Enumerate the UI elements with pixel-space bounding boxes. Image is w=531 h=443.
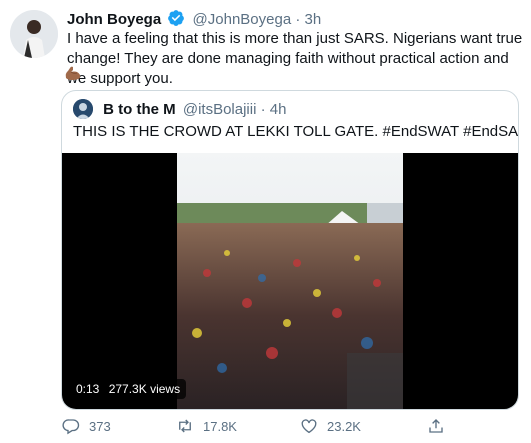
- reply-count: 373: [89, 418, 111, 434]
- quoted-tweet[interactable]: B to the M @itsBolajiii · 4h THIS IS THE…: [61, 90, 519, 410]
- quoted-author-handle[interactable]: @itsBolajiii: [183, 101, 257, 118]
- flexed-biceps-icon: [64, 64, 82, 87]
- tweet-timestamp[interactable]: 3h: [305, 11, 322, 28]
- video-views: 277.3K views: [108, 382, 181, 396]
- tweet-text: I have a feeling that this is more than …: [67, 30, 523, 87]
- author-handle[interactable]: @JohnBoyega: [193, 11, 292, 28]
- share-button[interactable]: [427, 416, 454, 436]
- author-name[interactable]: John Boyega: [67, 11, 161, 28]
- quoted-tweet-header: B to the M @itsBolajiii · 4h: [73, 99, 286, 120]
- share-icon: [429, 419, 443, 433]
- quoted-tweet-text-line: THIS IS THE CROWD AT LEKKI TOLL GATE. #E…: [73, 122, 519, 145]
- author-avatar[interactable]: [10, 10, 58, 58]
- reply-button[interactable]: 373: [62, 416, 111, 436]
- quoted-author-photo: [73, 99, 93, 119]
- retweet-icon: [179, 419, 191, 433]
- video-thumbnail: [177, 153, 403, 409]
- video-duration: 0:13: [76, 382, 100, 396]
- quoted-tweet-text: THIS IS THE CROWD AT LEKKI TOLL GATE. #E…: [73, 123, 519, 140]
- quoted-author-avatar[interactable]: [73, 99, 93, 119]
- heart-icon: [301, 419, 317, 434]
- quoted-tweet-timestamp[interactable]: 4h: [270, 101, 287, 118]
- like-button[interactable]: 23.2K: [300, 416, 361, 436]
- quoted-header-separator: ·: [260, 101, 266, 118]
- header-separator: ·: [295, 11, 301, 28]
- author-photo: [10, 10, 58, 58]
- quoted-author-name[interactable]: B to the M: [103, 101, 176, 118]
- like-count: 23.2K: [327, 418, 361, 434]
- tweet[interactable]: John Boyega @JohnBoyega · 3h I have a fe…: [0, 0, 531, 443]
- retweet-button[interactable]: 17.8K: [176, 416, 237, 436]
- reply-icon: [62, 419, 80, 435]
- video-stats-badge: 0:13 277.3K views: [70, 379, 187, 399]
- tweet-actions: 373 17.8K 23.2K: [62, 414, 522, 440]
- retweet-count: 17.8K: [203, 418, 237, 434]
- video-player[interactable]: 0:13 277.3K views: [62, 153, 518, 409]
